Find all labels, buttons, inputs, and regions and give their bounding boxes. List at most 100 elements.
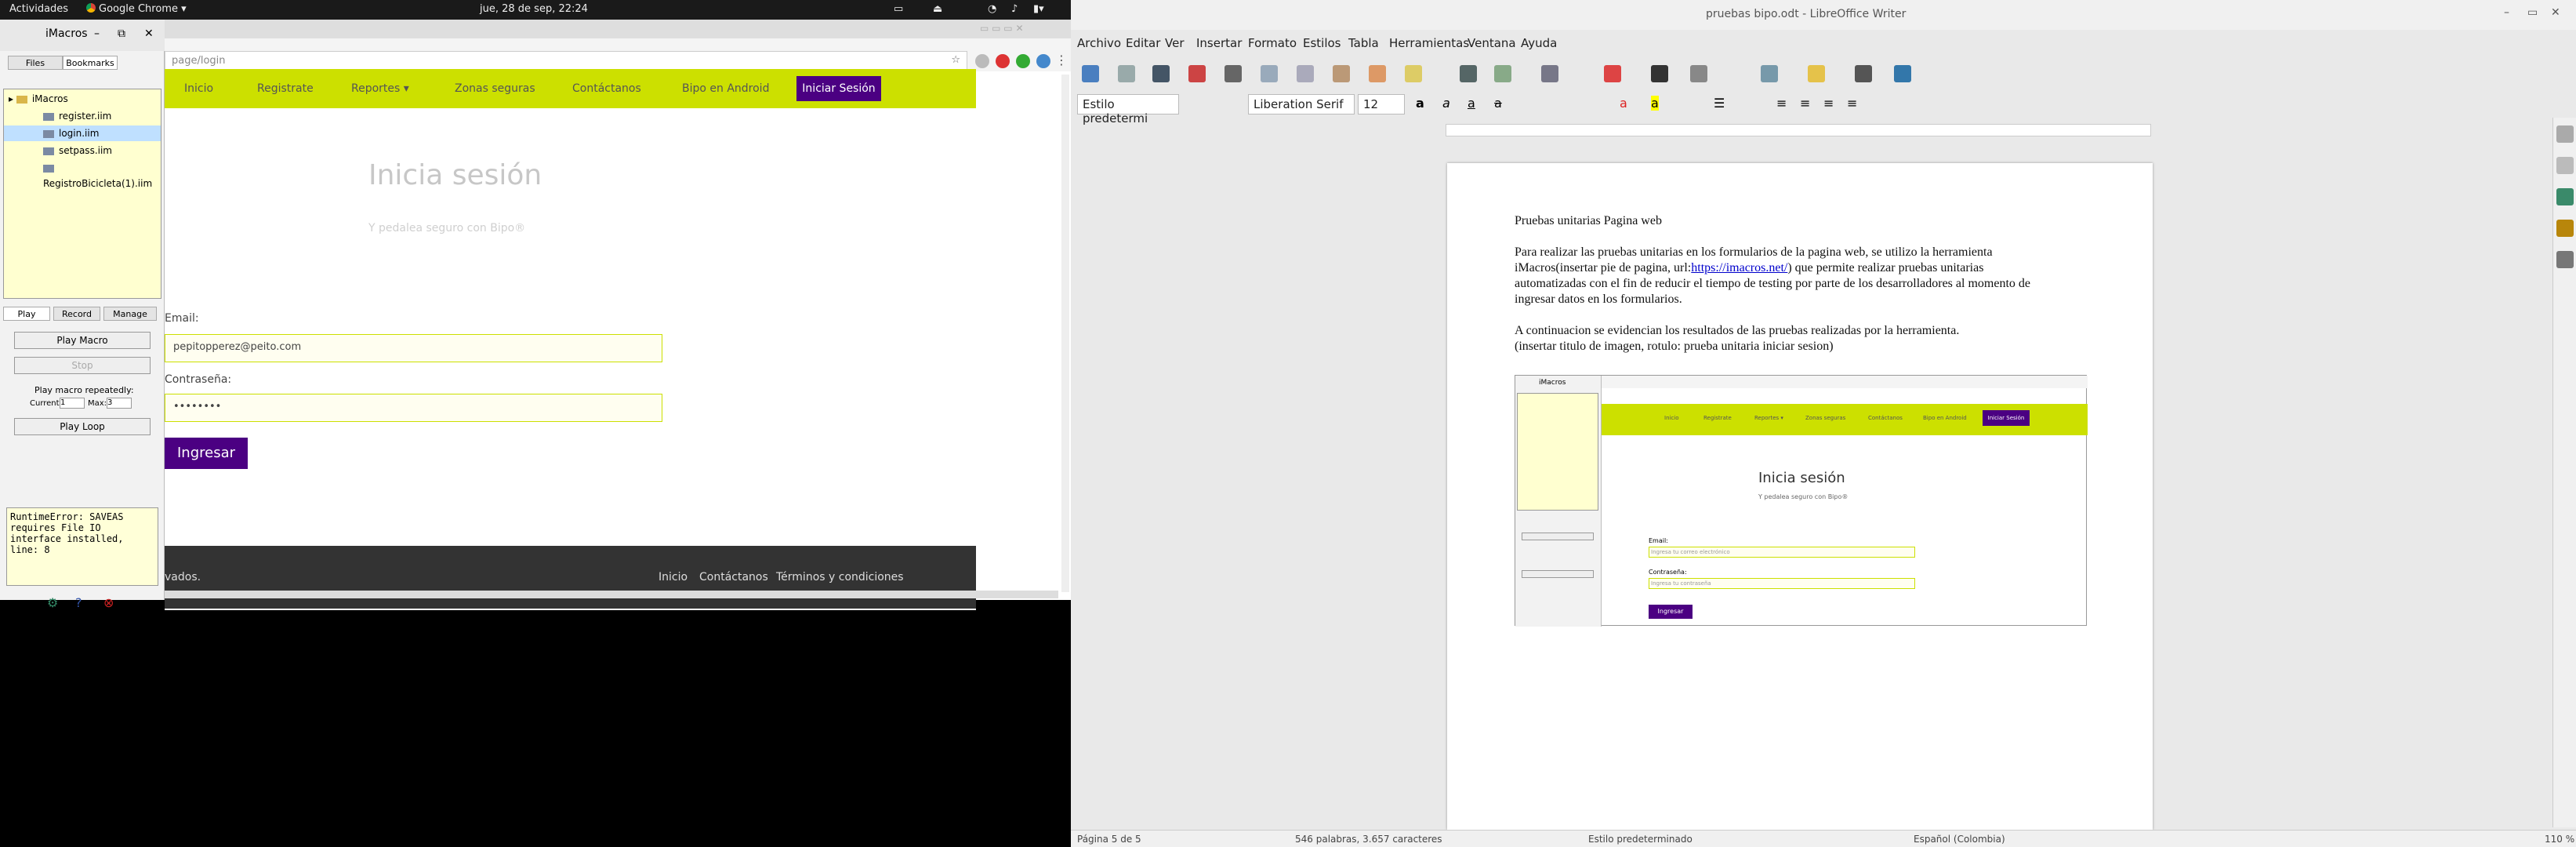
menu-insertar[interactable]: Insertar [1196,36,1242,50]
copy-icon[interactable] [1297,65,1314,82]
settings-icon[interactable]: ⚙ [47,595,58,610]
export-pdf-icon[interactable] [1188,65,1206,82]
text-box-icon[interactable] [1651,65,1668,82]
insert-chart-icon[interactable] [1604,65,1621,82]
horizontal-ruler[interactable] [1446,124,2151,136]
highlight-icon[interactable]: a [1651,96,1659,111]
extension-icon[interactable] [1016,54,1030,68]
nav-registrate[interactable]: Registrate [257,82,314,95]
tab-play[interactable]: Play [3,307,50,321]
properties-icon[interactable] [2556,125,2574,143]
status-zoom[interactable]: 110 % [2545,834,2574,845]
new-document-icon[interactable] [1082,65,1099,82]
insert-comment-icon[interactable] [1761,65,1778,82]
menu-estilos[interactable]: Estilos [1303,36,1341,50]
help-icon[interactable]: ? [75,595,82,610]
tree-item[interactable]: RegistroBicicleta(1).iim [43,160,161,189]
battery-icon[interactable]: ▮▾ [1033,3,1044,15]
maximize-icon[interactable]: ▭ [2527,6,2538,19]
close-circle-icon[interactable]: ⊗ [103,595,114,610]
nav-iniciar-sesion[interactable]: Iniciar Sesión [796,76,881,101]
window-controls[interactable]: ▭ ▭ ▭ ✕ [980,23,1024,34]
page-icon[interactable] [2556,157,2574,174]
paragraph-style-combo[interactable]: Estilo predetermi [1077,94,1179,125]
wifi-icon[interactable]: ◔ [988,3,996,15]
note-icon[interactable] [1808,65,1825,82]
embedded-screenshot[interactable]: iMacros Inicio Registrate Reportes ▾ Zon… [1515,375,2088,627]
close-icon[interactable]: ✕ [144,27,154,40]
tree-item[interactable]: register.iim [43,108,111,124]
line-icon[interactable] [1855,65,1872,82]
navigator-icon[interactable] [2556,251,2574,268]
menu-ventana[interactable]: Ventana [1468,36,1516,50]
find-icon[interactable] [1460,65,1477,82]
document-page[interactable]: Pruebas unitarias Pagina web Para realiz… [1447,163,2153,830]
email-field[interactable]: pepitopperez@peito.com [165,334,662,362]
tab-files[interactable]: Files [8,56,63,70]
font-name-combo[interactable]: Liberation Serif [1248,94,1355,115]
extension-icon[interactable] [996,54,1010,68]
strikethrough-icon[interactable]: a [1494,96,1502,111]
font-color-icon[interactable]: a [1620,96,1627,111]
justify-icon[interactable]: ≡ [1847,96,1857,111]
cut-icon[interactable] [1261,65,1278,82]
save-icon[interactable] [1152,65,1170,82]
menu-ayuda[interactable]: Ayuda [1521,36,1557,50]
minimize-icon[interactable]: – [2504,6,2509,19]
play-loop-button[interactable]: Play Loop [14,418,151,435]
nav-contactanos[interactable]: Contáctanos [572,82,641,95]
horizontal-scrollbar[interactable] [165,591,1058,598]
stop-button[interactable]: Stop [14,357,151,374]
italic-icon[interactable]: a [1442,96,1450,111]
clone-format-icon[interactable] [1369,65,1386,82]
font-size-combo[interactable]: 12 [1358,94,1405,115]
app-menu[interactable]: Google Chrome ▾ [86,3,187,15]
extension-icon[interactable] [1036,54,1050,68]
bullets-icon[interactable]: ☰ [1714,96,1725,111]
volume-icon[interactable]: ♪ [1011,3,1018,15]
menu-formato[interactable]: Formato [1248,36,1297,50]
close-icon[interactable]: ✕ [2551,6,2560,19]
tab-manage[interactable]: Manage [103,307,157,321]
extension-icon[interactable] [975,54,989,68]
shapes-icon[interactable] [1894,65,1911,82]
underline-icon[interactable]: a [1468,96,1475,111]
tree-item[interactable]: login.iim [4,125,161,141]
vertical-scrollbar[interactable] [1061,75,1069,592]
print-icon[interactable] [1225,65,1242,82]
tree-item[interactable]: setpass.iim [43,143,112,158]
menu-archivo[interactable]: Archivo [1077,36,1121,50]
star-icon[interactable]: ☆ [951,54,960,66]
align-right-icon[interactable]: ≡ [1823,96,1834,111]
doc-hyperlink[interactable]: https://imacros.net/ [1691,261,1787,274]
undo-icon[interactable] [1405,65,1422,82]
paste-icon[interactable] [1333,65,1350,82]
align-left-icon[interactable]: ≡ [1776,96,1787,111]
status-language[interactable]: Español (Colombia) [1914,834,2005,845]
nav-zonas[interactable]: Zonas seguras [455,82,535,95]
styles-icon[interactable] [2556,188,2574,205]
status-style[interactable]: Estilo predeterminado [1588,834,1693,845]
nav-reportes[interactable]: Reportes ▾ [351,82,409,95]
gallery-icon[interactable] [2556,220,2574,237]
status-words[interactable]: 546 palabras, 3.657 caracteres [1295,834,1442,845]
max-input[interactable]: 3 [107,398,132,409]
minimize-icon[interactable]: – [94,27,100,40]
play-macro-button[interactable]: Play Macro [14,332,151,349]
activities-button[interactable]: Actividades [9,3,68,15]
align-center-icon[interactable]: ≡ [1800,96,1810,111]
upload-icon[interactable]: ⏏ [933,3,942,15]
menu-editar[interactable]: Editar [1126,36,1160,50]
detach-icon[interactable]: ⧉ [118,27,125,40]
nav-bipo-android[interactable]: Bipo en Android [682,82,769,95]
menu-ver[interactable]: Ver [1165,36,1185,50]
bold-icon[interactable]: a [1416,96,1424,111]
kebab-menu-icon[interactable]: ⋮ [1055,53,1068,67]
footer-link-terminos[interactable]: Términos y condiciones [776,571,904,583]
current-input[interactable]: 1 [60,398,85,409]
ingresar-button[interactable]: Ingresar [165,438,248,469]
tree-root[interactable]: ▸ iMacros [9,91,68,107]
tab-bookmarks[interactable]: Bookmarks [63,56,118,70]
menu-herramientas[interactable]: Herramientas [1389,36,1469,50]
footer-link-inicio[interactable]: Inicio [659,571,688,583]
